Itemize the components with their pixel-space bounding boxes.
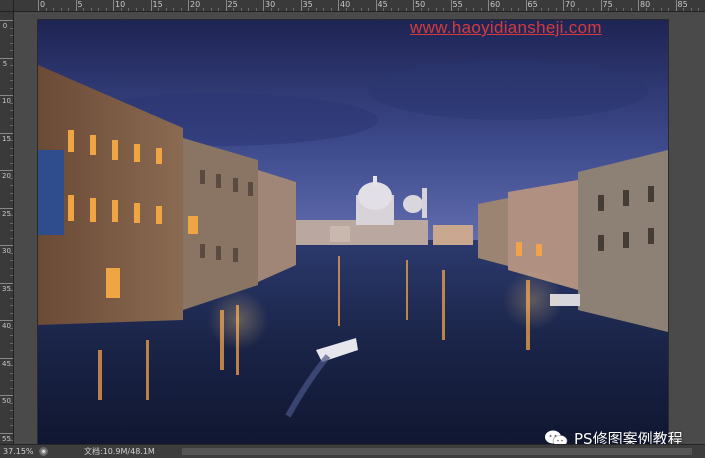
vertical-ruler[interactable]: 0 5 10 15 20 25 30 35 40 45 50 55 — [0, 12, 14, 444]
ruler-tick — [0, 57, 13, 59]
ruler-label: 25 — [2, 209, 11, 218]
ruler-label: 35 — [2, 284, 11, 293]
ruler-tick — [113, 0, 114, 11]
ruler-tick — [0, 320, 13, 321]
ruler-label: 55 — [2, 434, 11, 443]
ruler-tick — [0, 432, 13, 434]
ruler-tick — [675, 0, 677, 11]
status-bar: 37.15% ◉ 文档:10.9M/48.1M — [0, 444, 705, 458]
ruler-tick — [0, 207, 13, 209]
ruler-tick — [563, 0, 564, 11]
ruler-tick — [638, 0, 639, 11]
ruler-tick — [450, 0, 452, 11]
ruler-tick — [413, 0, 414, 11]
ruler-label: 50 — [2, 397, 11, 405]
horizontal-scrollbar[interactable] — [182, 448, 692, 455]
brand-text: PS修图案例教程 — [574, 430, 683, 444]
info-icon[interactable]: ◉ — [39, 447, 48, 456]
ruler-tick — [525, 0, 527, 11]
ruler-tick — [0, 95, 13, 96]
document-size: 文档:10.9M/48.1M — [84, 447, 155, 456]
ruler-label: 15 — [2, 134, 11, 143]
ruler-label: 20 — [2, 172, 11, 180]
ruler-label: 30 — [2, 247, 11, 255]
ruler-tick — [375, 0, 377, 11]
ruler-tick — [0, 132, 13, 134]
wechat-icon — [545, 430, 568, 444]
ruler-label: 5 — [77, 0, 83, 9]
brand-badge: PS修图案例教程 — [544, 428, 683, 444]
scrollbar-thumb[interactable] — [182, 448, 692, 455]
zoom-level[interactable]: 37.15% — [0, 447, 37, 456]
ruler-label: 10 — [2, 97, 11, 105]
ruler-label: 0 — [40, 0, 46, 9]
ruler-tick — [488, 0, 489, 11]
ruler-tick — [38, 0, 39, 11]
ruler-tick — [0, 170, 13, 171]
ruler-tick — [188, 0, 189, 11]
ruler-label: 45 — [2, 359, 11, 368]
document-canvas[interactable] — [38, 20, 668, 444]
ruler-tick — [263, 0, 264, 11]
ruler-corner — [0, 0, 14, 12]
ruler-tick — [600, 0, 602, 11]
ruler-tick — [338, 0, 339, 11]
ruler-tick — [0, 282, 13, 284]
ruler-tick — [75, 0, 77, 11]
watermark-url: www.haoyidiansheji.com — [410, 18, 602, 37]
ruler-tick — [0, 20, 13, 21]
ruler-tick — [0, 395, 13, 396]
canvas-area[interactable]: www.haoyidiansheji.com PS修图案例教程 — [14, 12, 705, 444]
venice-photo — [38, 20, 668, 444]
ruler-tick — [225, 0, 227, 11]
ruler-tick — [150, 0, 152, 11]
ruler-tick — [0, 245, 13, 246]
ruler-label: 0 — [2, 22, 8, 30]
horizontal-ruler[interactable]: 0 5 10 15 20 25 30 35 40 45 50 55 60 65 70 75 80 85 — [14, 0, 705, 12]
ruler-tick — [0, 357, 13, 359]
ruler-tick — [300, 0, 302, 11]
ruler-label: 5 — [2, 59, 8, 68]
ruler-label: 40 — [2, 322, 11, 330]
